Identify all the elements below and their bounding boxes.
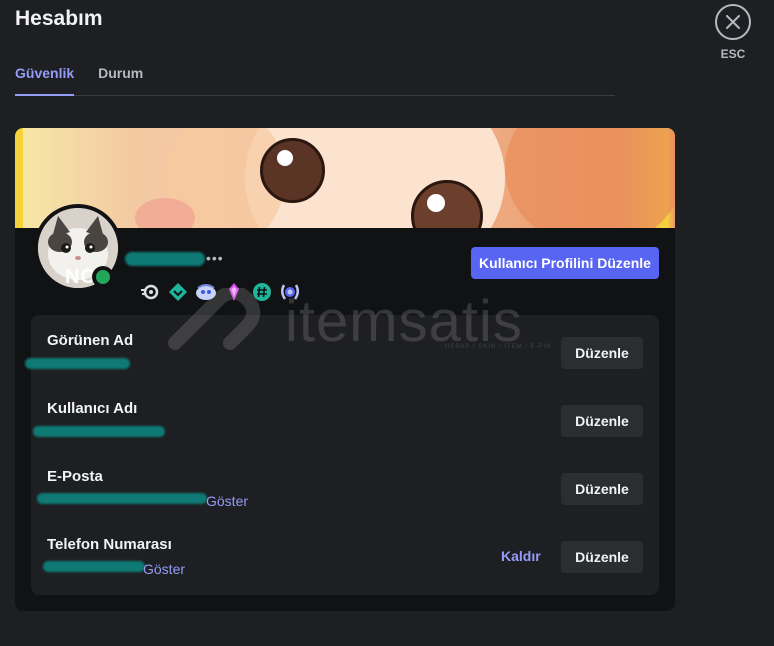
profile-banner [15, 128, 675, 228]
field-username: Kullanıcı Adı Düzenle [31, 383, 659, 451]
edit-phone-button[interactable]: Düzenle [561, 541, 643, 573]
boost-badge-icon[interactable] [167, 281, 189, 303]
laurel-badge-icon[interactable] [279, 281, 301, 303]
close-button[interactable] [715, 4, 751, 40]
edit-display-name-button[interactable]: Düzenle [561, 337, 643, 369]
field-label: Kullanıcı Adı [47, 400, 138, 417]
badge-list [135, 278, 305, 306]
field-label: Görünen Ad [47, 332, 134, 349]
field-email: E-Posta Göster Düzenle [31, 451, 659, 519]
tab-bar: Güvenlik Durum [15, 64, 615, 96]
show-phone-link[interactable]: Göster [143, 561, 185, 577]
esc-label: ESC [720, 47, 746, 61]
close-icon [726, 15, 740, 29]
email-value-redacted [37, 493, 207, 504]
field-label: E-Posta [47, 468, 103, 485]
username-redacted [125, 252, 205, 266]
tab-status[interactable]: Durum [98, 64, 143, 96]
profile-card: NC ••• Kullanıcı Profilini Düzenle Görün… [15, 128, 675, 611]
field-label: Telefon Numarası [47, 536, 172, 553]
phone-value-redacted [43, 561, 145, 572]
display-name-redacted [25, 358, 130, 369]
field-phone: Telefon Numarası Göster Kaldır Düzenle [31, 519, 659, 587]
account-fields-panel: Görünen Ad Düzenle Kullanıcı Adı Düzenle… [25, 315, 659, 595]
clyde-badge-icon[interactable] [195, 281, 217, 303]
username-overflow: ••• [206, 250, 224, 266]
field-display-name: Görünen Ad Düzenle [25, 315, 659, 383]
edit-email-button[interactable]: Düzenle [561, 473, 643, 505]
edit-username-button[interactable]: Düzenle [561, 405, 643, 437]
tab-security[interactable]: Güvenlik [15, 64, 75, 96]
page-title: Hesabım [15, 7, 103, 30]
online-status-indicator [92, 266, 114, 288]
nitro-badge-icon[interactable] [139, 281, 161, 303]
gem-badge-icon[interactable] [223, 281, 245, 303]
hashtag-badge-icon[interactable] [251, 281, 273, 303]
remove-phone-link[interactable]: Kaldır [501, 548, 541, 564]
edit-user-profile-button[interactable]: Kullanıcı Profilini Düzenle [471, 247, 659, 279]
username-value-redacted [33, 426, 165, 437]
show-email-link[interactable]: Göster [206, 493, 248, 509]
